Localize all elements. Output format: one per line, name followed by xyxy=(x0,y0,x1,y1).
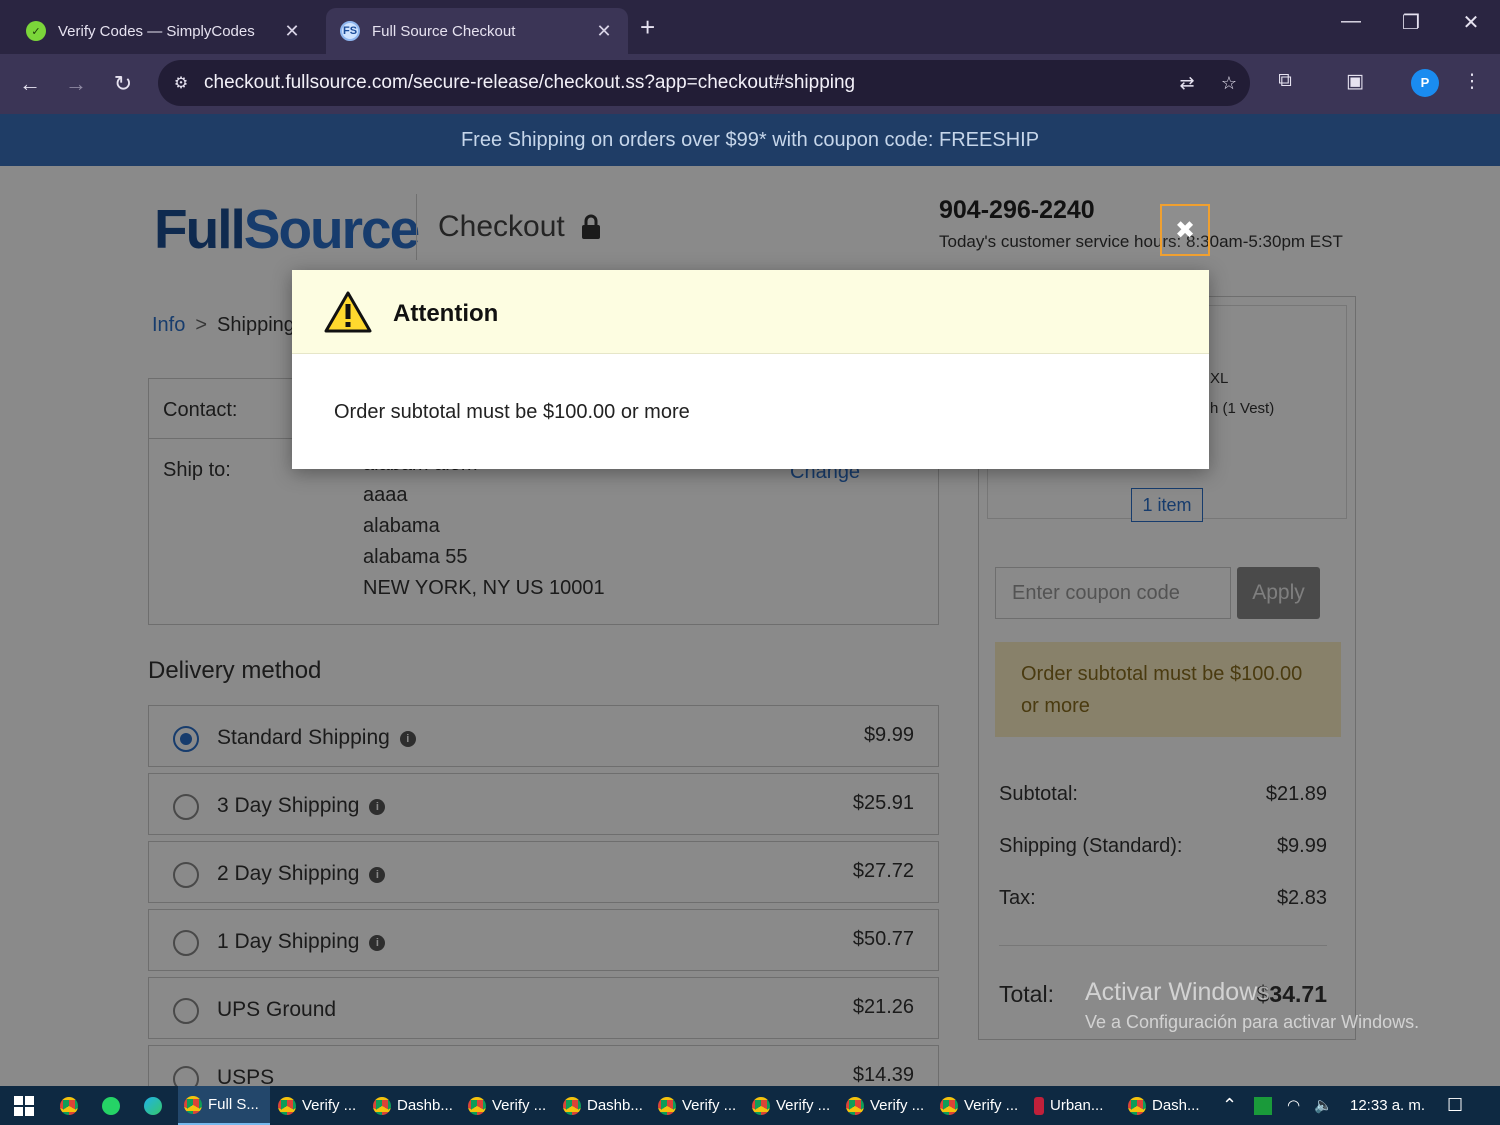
windows-taskbar: Full S... Verify ... Dashb... Verify ...… xyxy=(0,1086,1500,1125)
tab-title: Full Source Checkout xyxy=(372,22,516,40)
translate-icon[interactable]: ⇄ xyxy=(1166,73,1208,94)
taskbar-app-verify[interactable]: Verify ... xyxy=(278,1086,356,1125)
browser-menu-icon[interactable]: ⋮ xyxy=(1457,70,1487,93)
taskbar-app-verify[interactable]: Verify ... xyxy=(846,1086,924,1125)
restore-icon[interactable]: ❐ xyxy=(1396,10,1426,35)
minimize-icon[interactable]: — xyxy=(1336,10,1366,33)
taskbar-clock[interactable]: 12:33 a. m. xyxy=(1350,1086,1425,1125)
taskbar-app-fullsource[interactable]: Full S... xyxy=(178,1086,270,1125)
reload-icon[interactable]: ↻ xyxy=(107,68,139,100)
attention-modal: Attention Order subtotal must be $100.00… xyxy=(292,270,1209,469)
close-tab-icon[interactable]: ✕ xyxy=(594,21,614,42)
modal-title: Attention xyxy=(393,300,499,327)
chrome-pinned-icon[interactable] xyxy=(60,1086,84,1125)
new-tab-button[interactable]: + xyxy=(640,12,655,42)
tray-chevron-up-icon[interactable]: ⌃ xyxy=(1222,1086,1237,1125)
modal-header: Attention xyxy=(292,270,1209,354)
edge-icon[interactable] xyxy=(144,1086,168,1125)
wifi-icon[interactable]: ◠ xyxy=(1287,1086,1300,1125)
taskbar-app-dashboard[interactable]: Dash... xyxy=(1128,1086,1200,1125)
taskbar-app-dashboard[interactable]: Dashb... xyxy=(563,1086,643,1125)
simplycodes-icon: ✓ xyxy=(26,21,46,41)
modal-message: Order subtotal must be $100.00 or more xyxy=(334,401,690,423)
volume-icon[interactable]: 🔈 xyxy=(1314,1086,1333,1125)
taskbar-app-verify[interactable]: Verify ... xyxy=(658,1086,736,1125)
windows-activation-title: Activar Windows xyxy=(1085,978,1270,1006)
tab-search-icon[interactable]: ▣ xyxy=(1340,70,1370,93)
warning-icon xyxy=(324,291,372,333)
url-text[interactable]: checkout.fullsource.com/secure-release/c… xyxy=(204,72,1166,94)
modal-close-button[interactable]: ✖ xyxy=(1160,204,1210,256)
checkout-page: Free Shipping on orders over $99* with c… xyxy=(0,114,1500,1086)
window-close-icon[interactable]: ✕ xyxy=(1456,10,1486,35)
back-icon[interactable]: ← xyxy=(14,68,46,100)
bookmark-star-icon[interactable]: ☆ xyxy=(1208,73,1250,94)
forward-icon[interactable]: → xyxy=(60,68,92,100)
browser-tabstrip: ✓ Verify Codes — SimplyCodes ✕ FS Full S… xyxy=(0,0,1500,54)
close-icon: ✖ xyxy=(1174,216,1196,244)
taskbar-app-verify[interactable]: Verify ... xyxy=(752,1086,830,1125)
windows-activation-subtitle: Ve a Configuración para activar Windows. xyxy=(1085,1012,1420,1032)
tab-title: Verify Codes — SimplyCodes xyxy=(58,22,255,40)
address-bar[interactable]: ⚙ checkout.fullsource.com/secure-release… xyxy=(158,60,1250,106)
profile-avatar[interactable]: P xyxy=(1411,69,1439,97)
extensions-icon[interactable]: ⧉ xyxy=(1270,70,1300,92)
taskbar-app-verify[interactable]: Verify ... xyxy=(940,1086,1018,1125)
taskbar-app-urban[interactable]: Urban... xyxy=(1034,1086,1103,1125)
tab-verify-codes[interactable]: ✓ Verify Codes — SimplyCodes ✕ xyxy=(12,8,316,54)
close-tab-icon[interactable]: ✕ xyxy=(282,21,302,42)
taskbar-app-verify[interactable]: Verify ... xyxy=(468,1086,546,1125)
tab-full-source-checkout[interactable]: FS Full Source Checkout ✕ xyxy=(326,8,628,54)
site-info-icon[interactable]: ⚙ xyxy=(158,73,204,93)
tray-app-icon[interactable] xyxy=(1254,1086,1272,1125)
taskbar-app-dashboard[interactable]: Dashb... xyxy=(373,1086,453,1125)
notifications-icon[interactable]: ☐ xyxy=(1447,1086,1463,1125)
fullsource-favicon-icon: FS xyxy=(340,21,360,41)
promo-banner: Free Shipping on orders over $99* with c… xyxy=(0,114,1500,166)
windows-start-icon[interactable] xyxy=(14,1096,34,1116)
whatsapp-icon[interactable] xyxy=(102,1086,126,1125)
